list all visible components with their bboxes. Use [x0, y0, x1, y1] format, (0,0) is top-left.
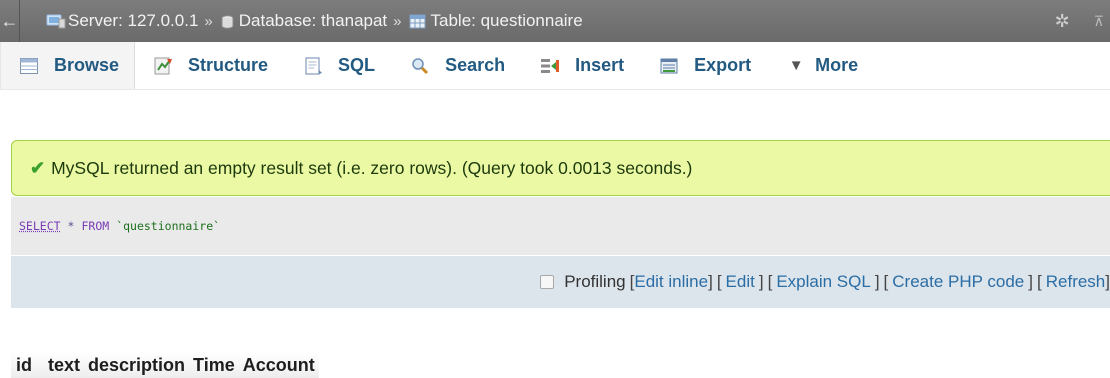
tab-more-label[interactable]: More [815, 55, 858, 76]
tab-export[interactable]: Export [641, 42, 768, 89]
table-icon [409, 14, 426, 29]
column-header-account[interactable]: Account [239, 355, 319, 376]
sql-keyword-from: FROM [81, 219, 110, 233]
edit-link[interactable]: Edit [726, 272, 755, 292]
sql-query: SELECT * FROM `questionnaire` [11, 197, 1110, 255]
edit-inline-link[interactable]: Edit inline [634, 272, 708, 292]
breadcrumb-server-label[interactable]: Server: 127.0.0.1 [68, 11, 198, 31]
sql-table-name: `questionnaire` [116, 219, 221, 233]
column-header-time[interactable]: Time [189, 355, 239, 376]
sql-icon [302, 55, 324, 77]
column-header-description[interactable]: description [84, 355, 189, 376]
success-message-text: MySQL returned an empty result set (i.e.… [51, 157, 693, 178]
refresh-link[interactable]: Refresh [1046, 272, 1106, 292]
column-header-text[interactable]: text [44, 355, 84, 376]
tab-more[interactable]: ▼ More [768, 42, 875, 89]
collapse-icon[interactable]: ⊼ [1094, 13, 1104, 30]
breadcrumb-database-label[interactable]: Database: thanapat [239, 11, 387, 31]
create-php-code-link[interactable]: Create PHP code [892, 272, 1024, 292]
table-tabs: Browse Structure SQL Search Insert Expor… [0, 42, 1110, 90]
tab-insert[interactable]: Insert [522, 42, 641, 89]
caret-down-icon: ▼ [788, 57, 804, 74]
server-icon [46, 14, 66, 29]
breadcrumb-server[interactable]: Server: 127.0.0.1 [20, 11, 198, 31]
success-message: ✔ MySQL returned an empty result set (i.… [11, 140, 1110, 196]
explain-sql-link[interactable]: Explain SQL [776, 272, 871, 292]
tab-browse-label[interactable]: Browse [54, 55, 119, 76]
breadcrumb-table-label[interactable]: Table: questionnaire [431, 11, 583, 31]
breadcrumb-separator: » [204, 12, 213, 30]
export-icon [658, 55, 680, 77]
tab-structure[interactable]: Structure [135, 42, 285, 89]
profiling-checkbox[interactable] [540, 275, 555, 289]
breadcrumb-separator: » [393, 12, 402, 30]
sql-keyword-select[interactable]: SELECT [19, 219, 61, 233]
insert-icon [539, 55, 561, 77]
breadcrumb-table[interactable]: Table: questionnaire [408, 11, 583, 31]
tab-browse[interactable]: Browse [0, 42, 136, 89]
query-options-bar: Profiling [Edit inline] [Edit] [Explain … [11, 256, 1110, 308]
tab-sql-label[interactable]: SQL [338, 55, 375, 76]
structure-icon [152, 55, 174, 77]
back-arrow-icon[interactable]: ← [0, 0, 20, 42]
search-icon [409, 55, 431, 77]
profiling-label[interactable]: Profiling [564, 272, 625, 292]
column-header-id[interactable]: id [11, 355, 44, 376]
tab-sql[interactable]: SQL [285, 42, 392, 89]
browse-icon [18, 55, 40, 77]
tab-insert-label[interactable]: Insert [575, 55, 624, 76]
checkmark-icon: ✔ [30, 157, 46, 178]
tab-structure-label[interactable]: Structure [188, 55, 268, 76]
database-icon [221, 14, 234, 29]
sql-star: * [67, 219, 75, 233]
breadcrumb-bar: ← Server: 127.0.0.1 » Database: thanapat… [0, 0, 1110, 42]
tab-search-label[interactable]: Search [445, 55, 505, 76]
tab-export-label[interactable]: Export [694, 55, 751, 76]
results-table-header: id text description Time Account [11, 353, 319, 378]
gear-icon[interactable]: ✲ [1055, 11, 1070, 32]
tab-search[interactable]: Search [392, 42, 522, 89]
breadcrumb-database[interactable]: Database: thanapat [219, 11, 387, 31]
